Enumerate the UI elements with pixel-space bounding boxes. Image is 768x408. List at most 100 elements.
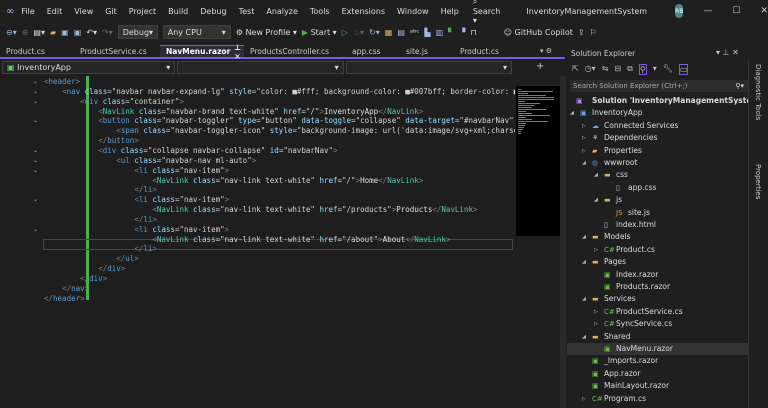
code-line[interactable]: <ul class="navbar-nav ml-auto"> bbox=[44, 156, 256, 166]
tab-site-js[interactable]: site.js bbox=[400, 45, 454, 57]
fold-toggle-icon[interactable]: ⌄ bbox=[33, 157, 38, 164]
forward-icon[interactable]: ⊕ bbox=[22, 28, 29, 37]
code-line[interactable]: <li class="nav-item"> bbox=[44, 225, 229, 235]
tree-item[interactable]: ▯ app.css bbox=[567, 182, 748, 194]
code-line[interactable]: <NavLink class="navbar-brand text-white"… bbox=[44, 107, 423, 117]
fold-toggle-icon[interactable]: ⌄ bbox=[33, 167, 38, 174]
tab-product-cs[interactable]: Product.cs bbox=[0, 45, 74, 57]
tab-diagnostic-tools[interactable]: Diagnostic Tools bbox=[754, 64, 762, 120]
tree-item[interactable]: ◢ ▬ Pages bbox=[567, 256, 748, 268]
tab-product-cs[interactable]: Product.cs bbox=[454, 45, 516, 57]
code-line[interactable]: <NavLink class="nav-link text-white" hre… bbox=[44, 205, 477, 215]
tree-item[interactable]: ▷ C# ProductService.cs bbox=[567, 306, 748, 318]
tree-item[interactable]: ▷ C# SyncService.cs bbox=[567, 318, 748, 330]
collapsed-arrow-icon[interactable]: ▷ bbox=[582, 120, 586, 132]
history-icon[interactable]: ◷▾ bbox=[585, 64, 596, 75]
hot-reload-icon[interactable]: ♨▾ bbox=[353, 28, 364, 37]
tree-item[interactable]: ▣ App.razor bbox=[567, 368, 748, 380]
fold-toggle-icon[interactable]: ⌄ bbox=[33, 226, 38, 233]
expanded-arrow-icon[interactable]: ◢ bbox=[570, 107, 574, 119]
split-editor-icon[interactable]: + bbox=[536, 61, 544, 72]
filter-icon[interactable]: ⚲ bbox=[638, 64, 647, 75]
code-line[interactable]: </ul> bbox=[44, 254, 139, 264]
tree-item[interactable]: ▷ C# Product.cs bbox=[567, 244, 748, 256]
tree-item[interactable]: ▣ NavMenu.razor bbox=[567, 343, 748, 355]
code-line[interactable]: </header> bbox=[44, 294, 85, 304]
tree-item[interactable]: ▯ index.html bbox=[567, 219, 748, 231]
avatar[interactable]: RB bbox=[675, 4, 684, 18]
collapsed-arrow-icon[interactable]: ▷ bbox=[594, 244, 598, 256]
fold-toggle-icon[interactable]: ⌄ bbox=[33, 88, 38, 95]
new-item-icon[interactable]: ▤▾ bbox=[33, 28, 45, 37]
fold-toggle-icon[interactable]: ⌄ bbox=[33, 117, 38, 124]
tab-close-icon[interactable]: ⊥ ✕ bbox=[234, 43, 241, 61]
expanded-arrow-icon[interactable]: ◢ bbox=[582, 331, 586, 343]
tree-item[interactable]: ◢ ▬ css bbox=[567, 169, 748, 181]
tab-app-css[interactable]: app.css bbox=[346, 45, 400, 57]
tab-productscontroller-cs[interactable]: ProductsController.cs bbox=[244, 45, 346, 57]
panel-pin-close-icon[interactable]: ▾ ⊥ ✕ bbox=[716, 48, 739, 57]
tree-item[interactable]: ◢ ▬ js bbox=[567, 194, 748, 206]
collapse-all-icon[interactable]: ⊟ bbox=[614, 64, 621, 75]
code-line[interactable]: <NavLink class="nav-link text-white" hre… bbox=[44, 235, 450, 245]
menu-project[interactable]: Project bbox=[123, 7, 162, 16]
configuration-dropdown[interactable]: Debug ▾ bbox=[117, 25, 158, 39]
tree-item[interactable]: ▣ Solution 'InventoryManagementSystem' ( bbox=[567, 95, 768, 107]
undo-icon[interactable]: ↶▾ bbox=[86, 28, 97, 37]
expanded-arrow-icon[interactable]: ◢ bbox=[594, 194, 598, 206]
spell-check-icon[interactable]: ᵃᵇᶜ bbox=[410, 28, 420, 37]
github-copilot-button[interactable]: ☺ GitHub Copilot bbox=[504, 28, 573, 37]
type-dropdown[interactable]: ▾ bbox=[177, 61, 344, 74]
code-line[interactable]: </button> bbox=[44, 136, 139, 146]
switch-view-icon[interactable]: ⇱ bbox=[572, 64, 579, 75]
tree-item[interactable]: ▣ Products.razor bbox=[567, 281, 748, 293]
bookmark-icon[interactable]: ⊓ bbox=[470, 28, 476, 37]
code-line[interactable]: <span class="navbar-toggler-icon" style=… bbox=[44, 126, 527, 136]
tab-list-dropdown-icon[interactable]: ▾ ⚙ bbox=[540, 47, 552, 55]
expanded-arrow-icon[interactable]: ◢ bbox=[582, 256, 586, 268]
tree-item[interactable]: ▷ ⚘ Dependencies bbox=[567, 132, 748, 144]
save-all-icon[interactable]: ▣ bbox=[74, 28, 82, 37]
tab-navmenu-razor[interactable]: NavMenu.razor ⊥ ✕ bbox=[160, 43, 244, 61]
fold-toggle-icon[interactable]: ⌄ bbox=[33, 78, 38, 85]
menu-extensions[interactable]: Extensions bbox=[336, 7, 391, 16]
expanded-arrow-icon[interactable]: ◢ bbox=[582, 293, 586, 305]
maximize-button[interactable]: ☐ bbox=[732, 6, 740, 16]
code-line[interactable]: <div class="container"> bbox=[44, 97, 184, 107]
profile-button[interactable]: ⚙ New Profile ▾ bbox=[236, 28, 297, 37]
tree-item[interactable]: ▷ ☁ Connected Services bbox=[567, 120, 748, 132]
collapsed-arrow-icon[interactable]: ▷ bbox=[594, 318, 598, 330]
share-icon[interactable]: ⇪ bbox=[578, 28, 585, 37]
code-line[interactable]: </div> bbox=[44, 264, 125, 274]
menu-test[interactable]: Test bbox=[233, 7, 261, 16]
code-line[interactable]: <button class="navbar-toggler" type="but… bbox=[44, 116, 527, 126]
tree-item[interactable]: ▣ Index.razor bbox=[567, 269, 748, 281]
fold-toggle-icon[interactable]: ⌄ bbox=[33, 196, 38, 203]
tab-properties[interactable]: Properties bbox=[754, 164, 762, 199]
tree-item[interactable]: ◢ ▬ Services bbox=[567, 293, 748, 305]
properties-wrench-icon[interactable]: 🔧︎ bbox=[663, 64, 673, 75]
tree-item[interactable]: ◢ ▣ InventoryApp bbox=[567, 107, 748, 119]
toolbar-icon[interactable]: ▙ bbox=[424, 28, 430, 37]
feedback-icon[interactable]: ⚐ bbox=[590, 28, 597, 37]
collapsed-arrow-icon[interactable]: ▷ bbox=[582, 145, 586, 157]
minimize-button[interactable]: — bbox=[703, 6, 712, 16]
code-line[interactable]: </div> bbox=[44, 274, 107, 284]
vertical-scrollbar[interactable] bbox=[560, 76, 566, 408]
redo-icon[interactable]: ↷▾ bbox=[102, 28, 113, 37]
tree-item[interactable]: ▣ _Imports.razor bbox=[567, 355, 748, 367]
menu-tools[interactable]: Tools bbox=[304, 7, 336, 16]
expanded-arrow-icon[interactable]: ◢ bbox=[582, 231, 586, 243]
tree-item[interactable]: ▷ ▰ Properties bbox=[567, 145, 748, 157]
menu-analyze[interactable]: Analyze bbox=[260, 7, 304, 16]
collapsed-arrow-icon[interactable]: ▷ bbox=[594, 306, 598, 318]
code-line[interactable]: <li class="nav-item"> bbox=[44, 166, 229, 176]
start-without-debugging-icon[interactable]: ▷ bbox=[342, 28, 348, 37]
menu-build[interactable]: Build bbox=[162, 7, 194, 16]
menu-debug[interactable]: Debug bbox=[194, 7, 232, 16]
tree-item[interactable]: ◢ ▬ Models bbox=[567, 231, 748, 243]
menu-edit[interactable]: Edit bbox=[41, 7, 69, 16]
fold-toggle-icon[interactable]: ⌄ bbox=[33, 147, 38, 154]
project-dropdown[interactable]: ▣ InventoryApp ▾ bbox=[2, 61, 176, 74]
preview-icon[interactable]: ▭ bbox=[678, 64, 689, 75]
